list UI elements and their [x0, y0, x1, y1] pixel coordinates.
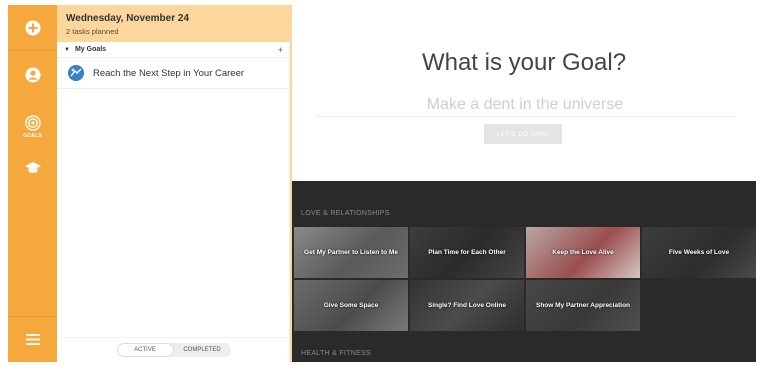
goal-item-label: Reach the Next Step in Your Career — [93, 67, 245, 79]
goal-input[interactable] — [315, 93, 735, 117]
day-header: Wednesday, November 24 2 tasks planned — [57, 5, 290, 42]
tasks-panel: Wednesday, November 24 2 tasks planned ▼… — [57, 5, 290, 362]
planned-count: 2 tasks planned — [66, 27, 119, 36]
app-window: GOALS Wednesday, November 24 2 tasks pla… — [8, 5, 756, 362]
section-health-fitness: HEALTH & FITNESS — [301, 350, 372, 357]
tasks-footer: ACTIVE COMPLETED — [57, 337, 290, 362]
courses-button[interactable] — [8, 155, 57, 181]
chevron-down-icon[interactable]: ▼ — [64, 47, 70, 53]
target-icon — [24, 115, 41, 131]
goal-catalog: LOVE & RELATIONSHIPS Get My Partner to L… — [292, 181, 756, 362]
profile-button[interactable] — [8, 60, 57, 90]
card-keep-love[interactable]: Keep the Love Alive — [526, 227, 640, 278]
lets-do-this-button[interactable]: LET'S DO THIS! — [484, 124, 562, 144]
hero-title: What is your Goal? — [421, 49, 627, 76]
career-goal-icon — [68, 65, 84, 81]
my-goals-label: My Goals — [74, 46, 107, 53]
card-partner-listen[interactable]: Get My Partner to Listen to Me — [294, 227, 408, 278]
menu-icon — [25, 333, 40, 345]
card-plan-time[interactable]: Plan Time for Each Other — [410, 227, 524, 278]
goal-item[interactable]: Reach the Next Step in Your Career — [57, 58, 290, 89]
goals-nav-label: GOALS — [23, 133, 42, 139]
filter-active-tab[interactable]: ACTIVE — [116, 343, 174, 357]
goals-nav[interactable]: GOALS — [8, 109, 57, 145]
filter-completed-tab[interactable]: COMPLETED — [174, 343, 231, 357]
add-goal-button[interactable]: + — [278, 45, 283, 55]
date-label: Wednesday, November 24 — [66, 13, 190, 24]
my-goals-header[interactable]: ▼ My Goals + — [57, 42, 290, 58]
add-icon — [25, 20, 40, 36]
card-appreciation[interactable]: Show My Partner Appreciation — [526, 280, 640, 331]
left-rail: GOALS — [8, 5, 57, 362]
graduation-cap-icon — [24, 162, 41, 173]
rail-divider — [8, 50, 57, 51]
main-panel: What is your Goal? LET'S DO THIS! LOVE &… — [292, 5, 756, 362]
card-give-space[interactable]: Give Some Space — [294, 280, 408, 331]
card-five-weeks[interactable]: Five Weeks of Love — [642, 227, 756, 278]
card-find-love[interactable]: Single? Find Love Online — [410, 280, 524, 331]
rail-divider-bottom — [8, 316, 57, 317]
status-filter: ACTIVE COMPLETED — [116, 343, 231, 357]
menu-button[interactable] — [8, 327, 57, 351]
add-button[interactable] — [8, 13, 57, 43]
section-love-relationships: LOVE & RELATIONSHIPS — [301, 210, 390, 217]
user-icon — [25, 67, 40, 83]
